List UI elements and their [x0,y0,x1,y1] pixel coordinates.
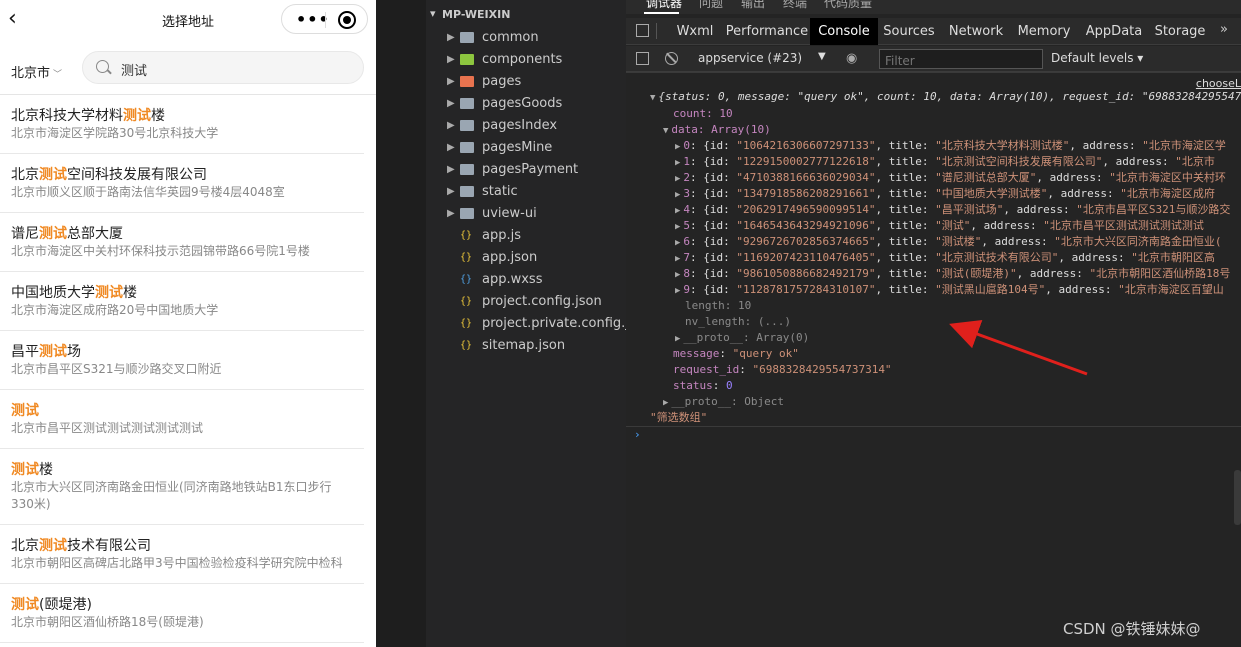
console-scrollbar[interactable] [1234,470,1241,525]
annotation-arrow [949,320,1088,376]
watermark: CSDN @铁锤妹妹@ [1063,620,1201,638]
